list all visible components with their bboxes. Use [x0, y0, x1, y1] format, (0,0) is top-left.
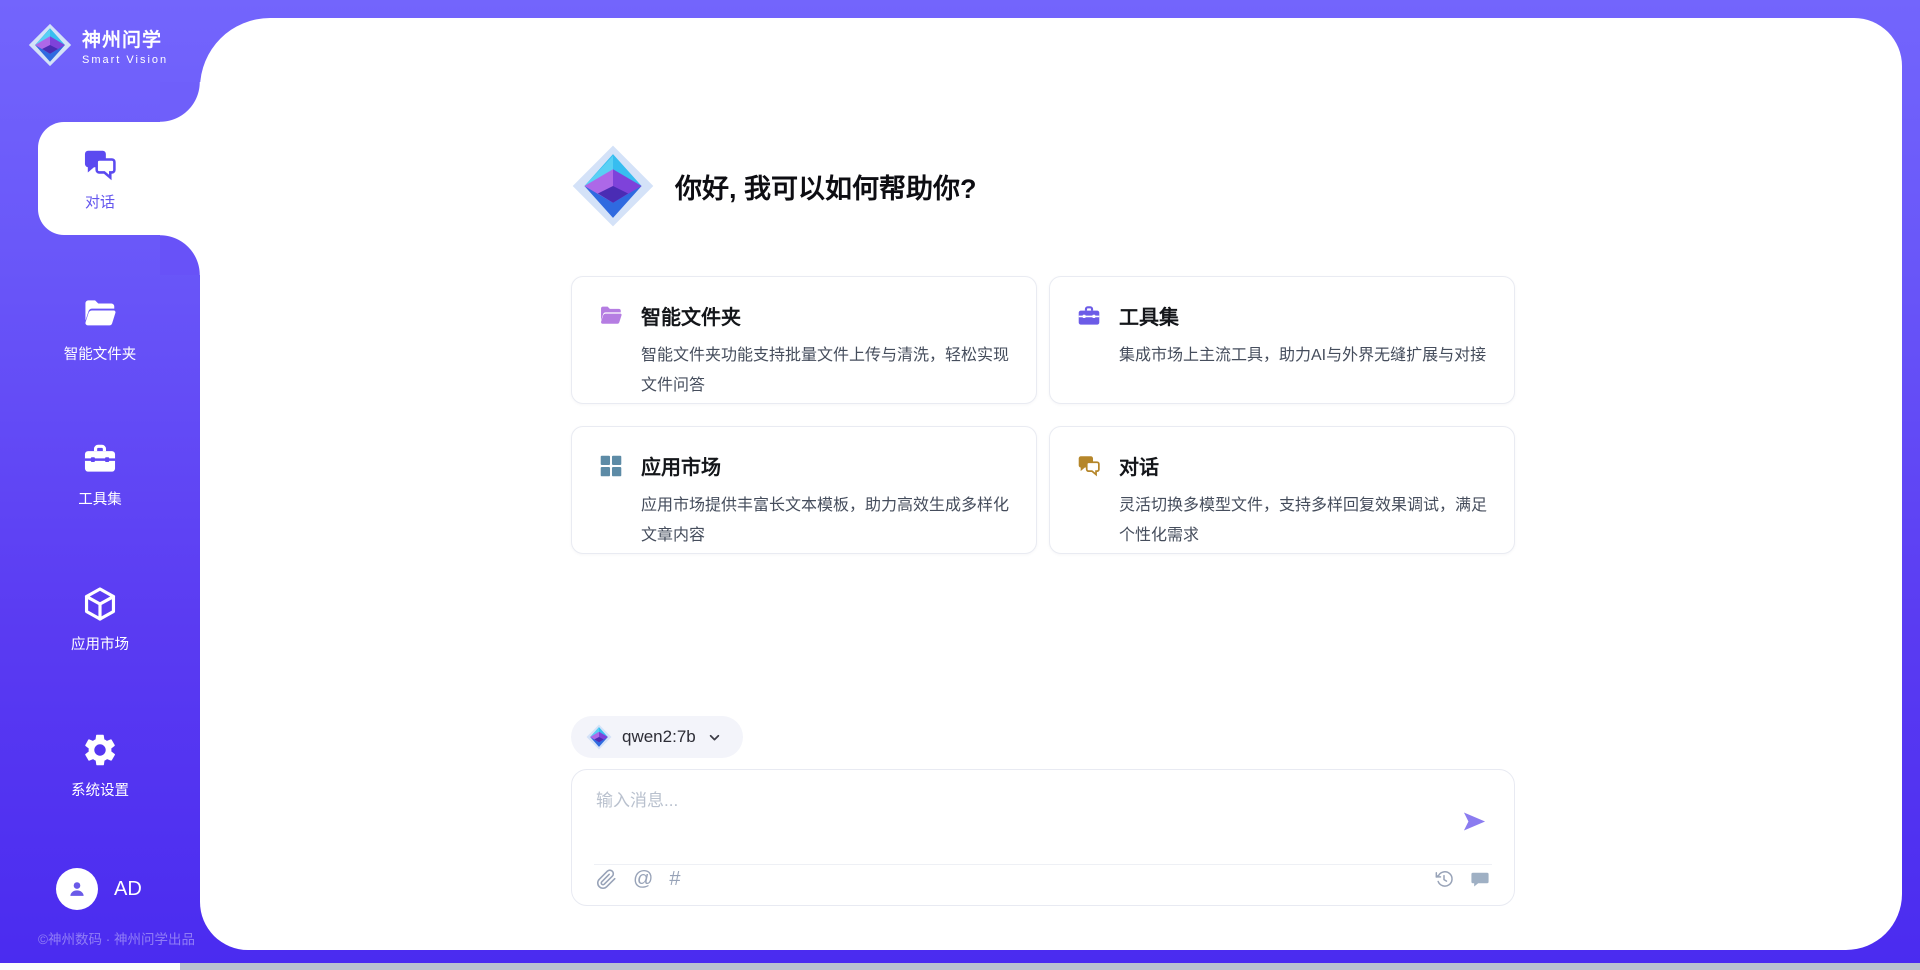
sidebar-item-label: 应用市场 — [71, 633, 129, 654]
history-icon[interactable] — [1434, 869, 1454, 889]
brand-diamond-icon — [571, 140, 655, 232]
card-smart-folder[interactable]: 智能文件夹 智能文件夹功能支持批量文件上传与清洗，轻松实现文件问答 — [571, 276, 1037, 404]
composer-right-tools — [1434, 869, 1490, 889]
sidebar-item-app-market[interactable]: 应用市场 — [0, 585, 200, 654]
content-column: 你好, 我可以如何帮助你? 智能文件夹 智能文件夹功能支持批量文件上传与清洗，轻… — [571, 18, 1515, 950]
sidebar-item-label: 系统设置 — [71, 779, 129, 800]
sidebar-item-chat[interactable]: 对话 — [38, 122, 210, 235]
hash-icon[interactable]: # — [669, 869, 680, 889]
card-header: 对话 — [1076, 451, 1488, 480]
folder-icon — [81, 295, 119, 333]
card-title: 应用市场 — [641, 451, 721, 480]
brand-diamond-icon — [586, 723, 612, 751]
mention-icon[interactable]: @ — [633, 869, 653, 889]
main-panel: 你好, 我可以如何帮助你? 智能文件夹 智能文件夹功能支持批量文件上传与清洗，轻… — [200, 18, 1902, 950]
user-name: AD — [114, 878, 142, 901]
card-app-market[interactable]: 应用市场 应用市场提供丰富长文本模板，助力高效生成多样化文章内容 — [571, 426, 1037, 554]
sidebar-item-label: 智能文件夹 — [64, 343, 137, 364]
card-chat[interactable]: 对话 灵活切换多模型文件，支持多样回复效果调试，满足个性化需求 — [1049, 426, 1515, 554]
app-name: 神州问学 — [82, 25, 168, 52]
tab-curve-bottom — [160, 235, 202, 275]
grid-icon — [598, 453, 624, 479]
toolbox-icon — [1076, 303, 1102, 329]
greeting-title: 你好, 我可以如何帮助你? — [675, 167, 977, 206]
sidebar-item-label: 对话 — [85, 191, 115, 212]
card-title: 工具集 — [1119, 301, 1179, 330]
avatar — [56, 868, 98, 910]
cube-icon — [81, 585, 119, 623]
paperclip-icon[interactable] — [596, 869, 617, 890]
user-account[interactable]: AD — [56, 868, 142, 910]
card-header: 工具集 — [1076, 301, 1488, 330]
greeting-block: 你好, 我可以如何帮助你? — [571, 140, 977, 232]
brand-diamond-icon — [28, 20, 72, 70]
app-root: { "app": { "name": "神州问学", "tagline": "S… — [0, 0, 1920, 970]
sidebar-item-settings[interactable]: 系统设置 — [0, 731, 200, 800]
card-title: 对话 — [1119, 451, 1159, 480]
send-icon[interactable] — [1461, 808, 1488, 835]
horizontal-scrollbar[interactable] — [0, 963, 1920, 970]
message-composer: @ # — [571, 769, 1515, 906]
tab-curve-top — [160, 82, 202, 122]
app-tagline: Smart Vision — [82, 54, 168, 66]
chevron-down-icon — [706, 729, 723, 746]
sidebar-item-toolset[interactable]: 工具集 — [0, 440, 200, 509]
chat-icon — [1076, 453, 1102, 479]
folder-icon — [598, 303, 624, 329]
feature-cards: 智能文件夹 智能文件夹功能支持批量文件上传与清洗，轻松实现文件问答 工具集 集成… — [571, 276, 1515, 554]
model-selector[interactable]: qwen2:7b — [571, 716, 743, 758]
model-name: qwen2:7b — [622, 727, 696, 747]
card-toolset[interactable]: 工具集 集成市场上主流工具，助力AI与外界无缝扩展与对接 — [1049, 276, 1515, 404]
toolbox-icon — [81, 440, 119, 478]
sidebar: 神州问学 Smart Vision 对话 智能文件夹 工具集 应用市场 系统设置… — [0, 0, 200, 970]
card-header: 智能文件夹 — [598, 301, 1010, 330]
message-input[interactable] — [596, 786, 1426, 848]
sidebar-item-label: 工具集 — [78, 488, 122, 509]
card-description: 集成市场上主流工具，助力AI与外界无缝扩展与对接 — [1119, 341, 1488, 371]
chat-icon — [81, 146, 119, 184]
copyright-footer: ©神州数码 · 神州问学出品 — [38, 928, 195, 948]
chat-bubble-icon[interactable] — [1470, 869, 1490, 889]
app-logo: 神州问学 Smart Vision — [28, 20, 168, 70]
card-title: 智能文件夹 — [641, 301, 741, 330]
card-description: 灵活切换多模型文件，支持多样回复效果调试，满足个性化需求 — [1119, 491, 1488, 551]
card-description: 应用市场提供丰富长文本模板，助力高效生成多样化文章内容 — [641, 491, 1010, 551]
card-header: 应用市场 — [598, 451, 1010, 480]
composer-toolbar: @ # — [596, 864, 1490, 894]
user-icon — [66, 878, 88, 900]
gear-icon — [81, 731, 119, 769]
card-description: 智能文件夹功能支持批量文件上传与清洗，轻松实现文件问答 — [641, 341, 1010, 401]
sidebar-item-smart-folder[interactable]: 智能文件夹 — [0, 295, 200, 364]
scrollbar-thumb[interactable] — [180, 963, 1920, 970]
